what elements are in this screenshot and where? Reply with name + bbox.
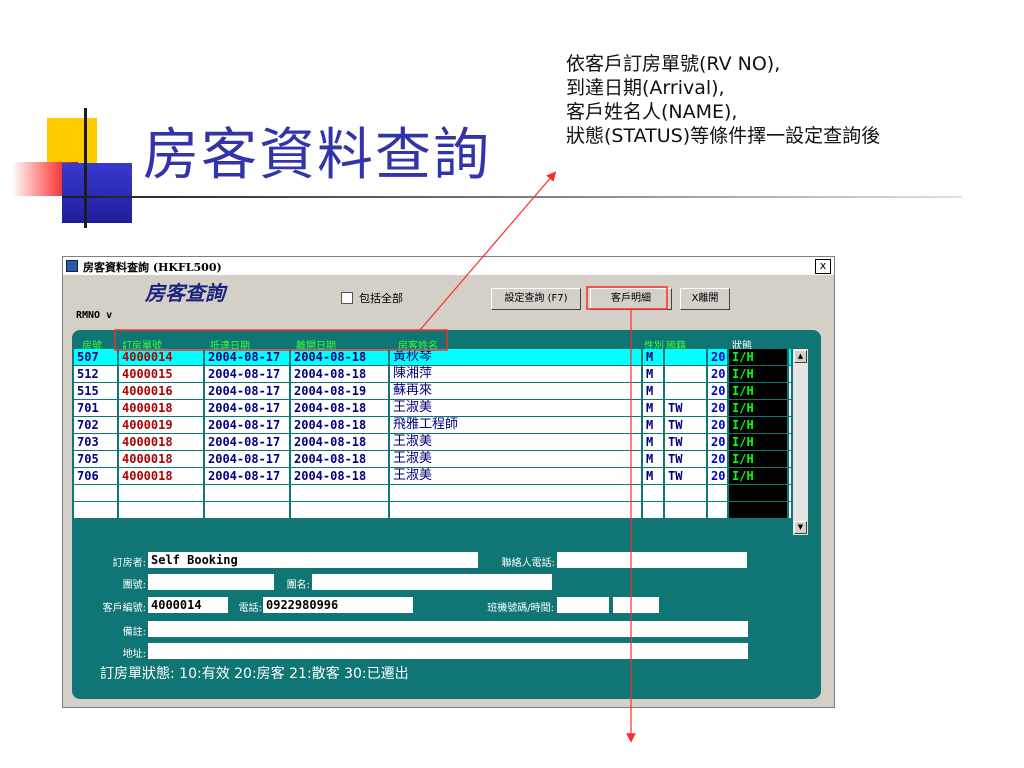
- header-highlight-box: [114, 329, 448, 351]
- annotation-arrow: [419, 171, 557, 331]
- detail-button-highlight: [586, 286, 668, 310]
- annotation-overlay: [114, 171, 668, 743]
